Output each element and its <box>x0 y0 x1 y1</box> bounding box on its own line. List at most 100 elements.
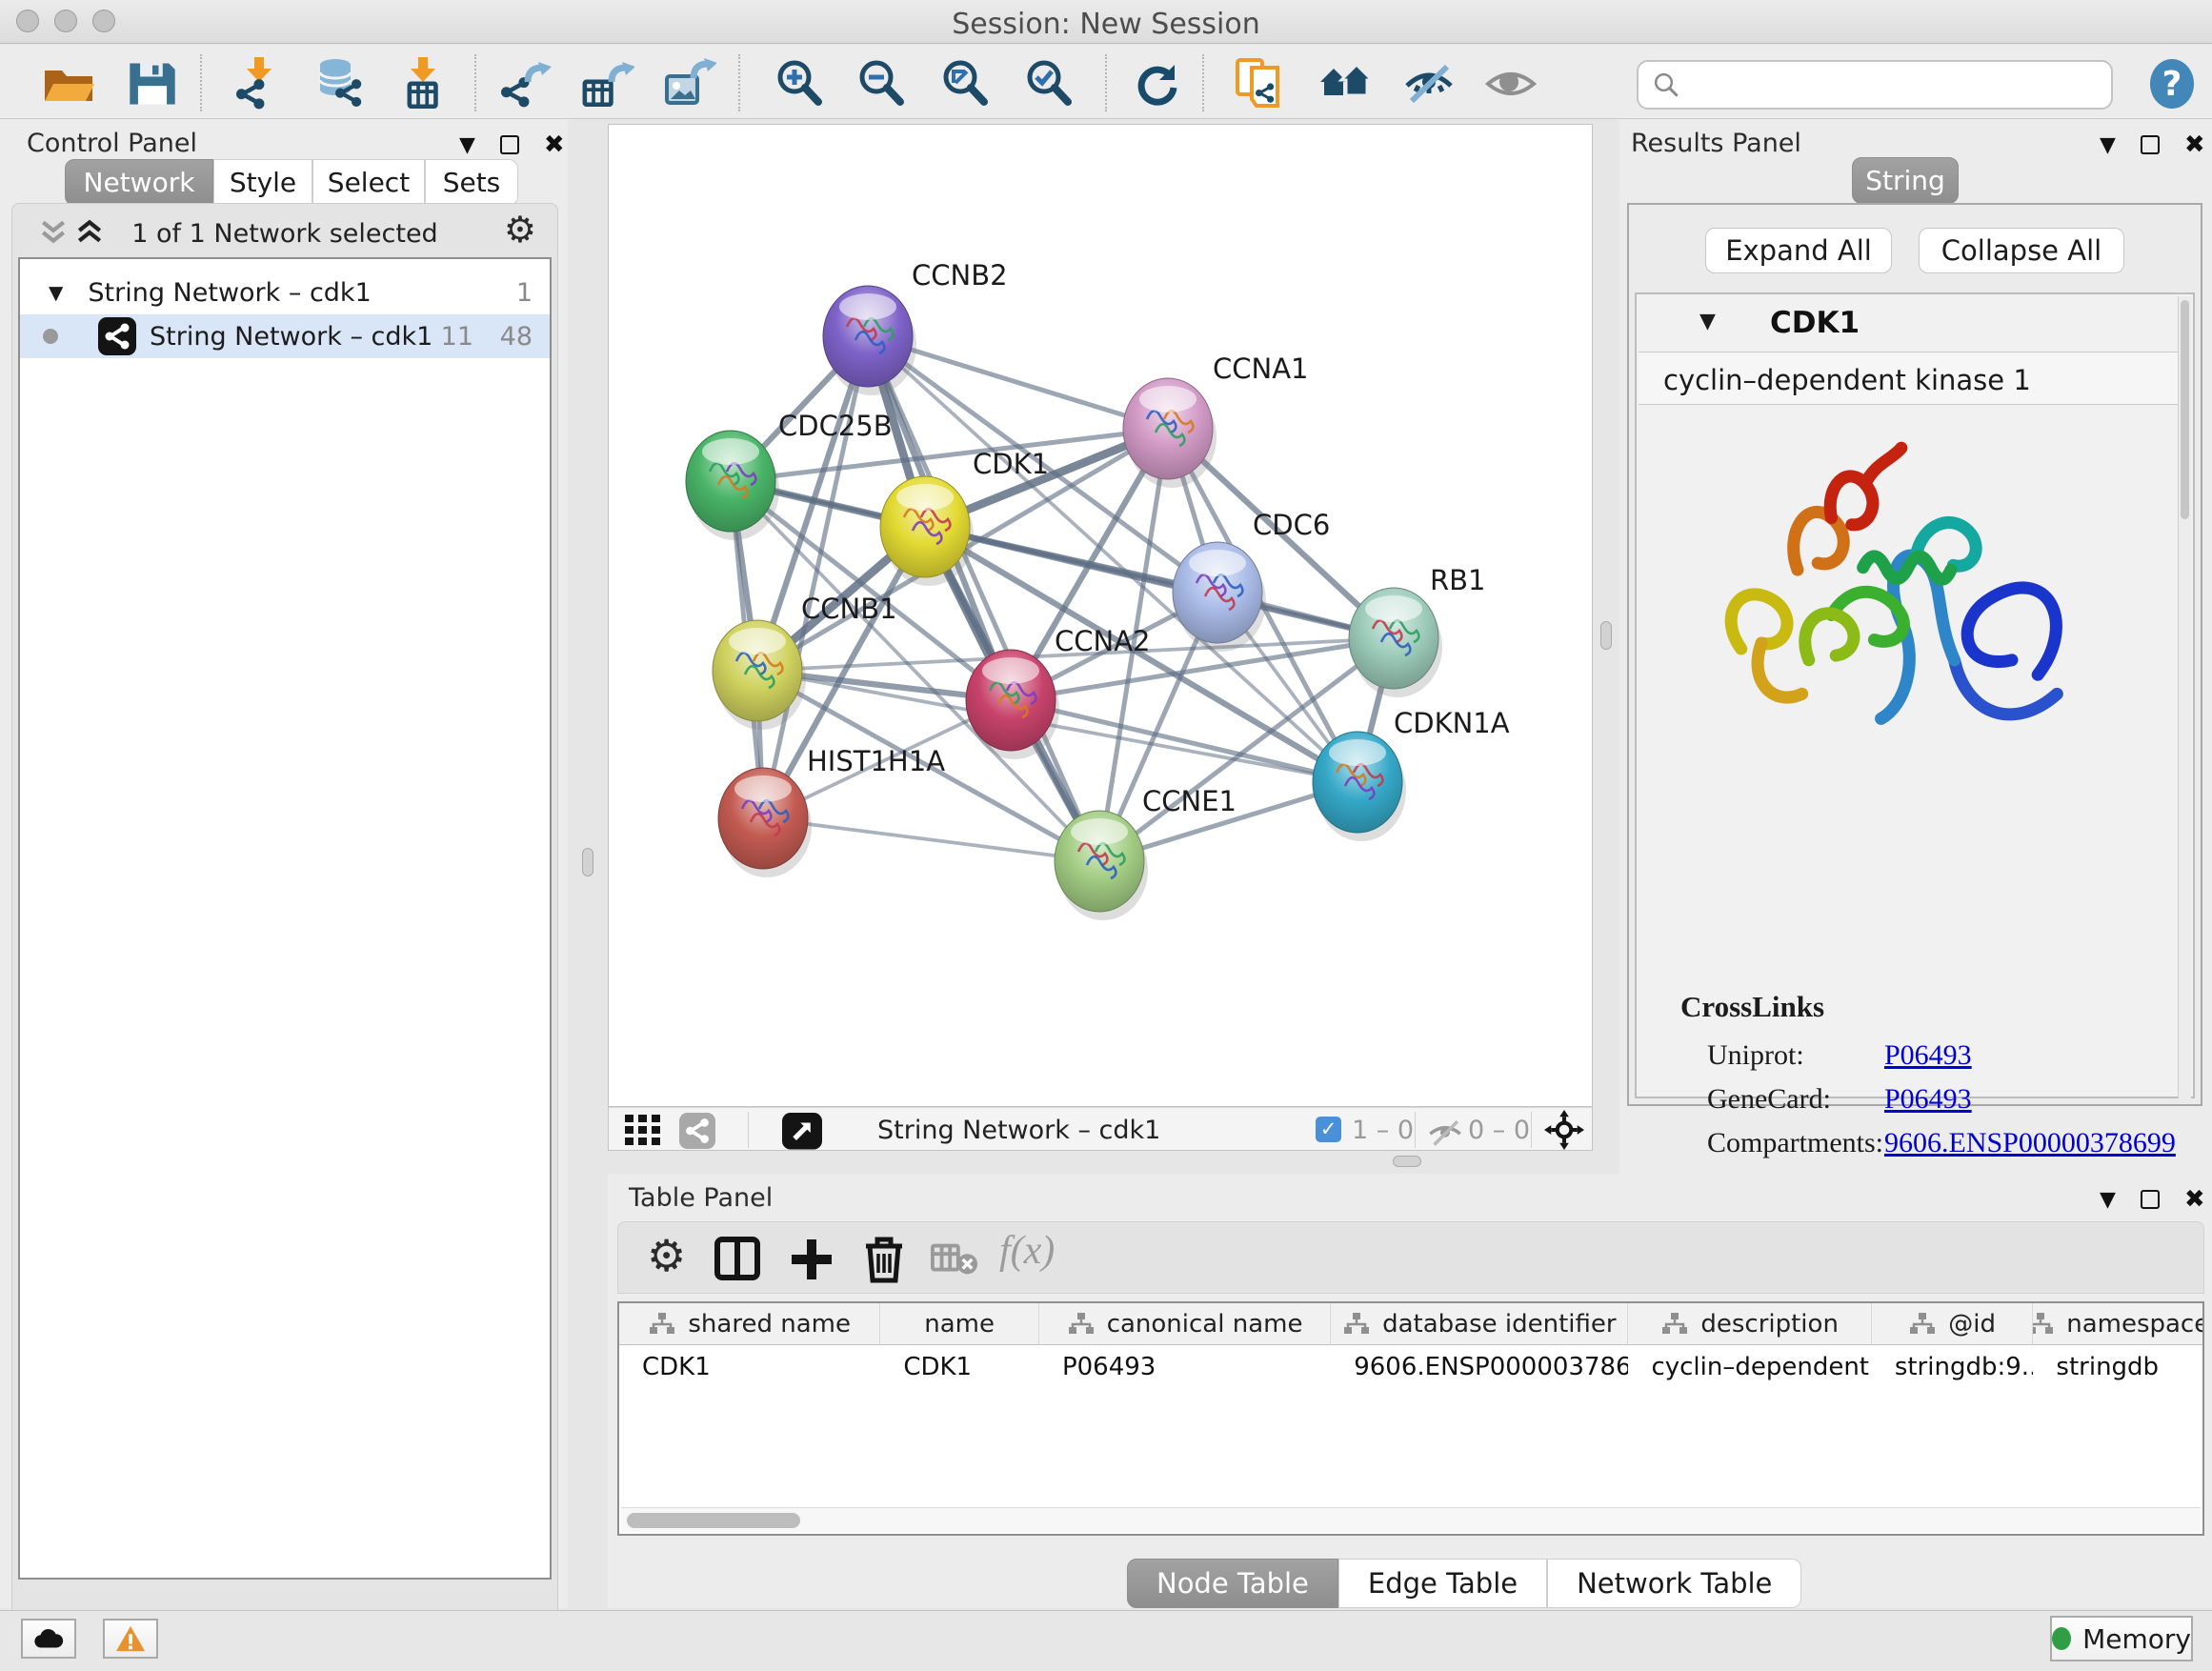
collapse-all-button[interactable]: Collapse All <box>1919 228 2124 273</box>
bottom-splitter-handle[interactable] <box>1393 1156 1421 1167</box>
import-network-icon[interactable] <box>232 57 286 111</box>
search-input[interactable] <box>1690 64 2111 106</box>
tab-sets[interactable]: Sets <box>425 159 518 206</box>
panel-menu-icon[interactable]: ▼ <box>2100 1188 2116 1212</box>
collection-expand-icon[interactable]: ▼ <box>49 281 63 304</box>
compartments-link[interactable]: 9606.ENSP00000378699 <box>1884 1127 2176 1159</box>
section-collapse-icon[interactable]: ▼ <box>1699 310 1716 333</box>
results-scrollbar[interactable] <box>2178 296 2191 1098</box>
show-grid-icon[interactable] <box>624 1113 662 1147</box>
collection-name: String Network – cdk1 <box>88 278 371 308</box>
footer-separator <box>748 1112 749 1148</box>
import-table-icon[interactable] <box>396 57 450 111</box>
memory-button[interactable]: Memory <box>2050 1616 2193 1661</box>
left-splitter-handle[interactable] <box>582 848 593 876</box>
network-row[interactable]: String Network – cdk1 11 48 <box>20 314 550 358</box>
cell-id[interactable]: stringdb:9... <box>1872 1346 2034 1388</box>
selected-checkbox[interactable]: ✓ <box>1316 1117 1341 1142</box>
close-panel-icon[interactable]: ✖ <box>544 131 565 159</box>
show-all-icon[interactable] <box>1484 57 1538 111</box>
panel-menu-icon[interactable]: ▼ <box>459 133 475 157</box>
tab-string[interactable]: String <box>1852 157 1959 204</box>
fit-selected-crosshair-icon[interactable] <box>1544 1110 1584 1150</box>
cell-shared-name[interactable]: CDK1 <box>619 1346 880 1388</box>
node-CCNA1[interactable] <box>1123 378 1217 488</box>
float-panel-icon[interactable] <box>500 135 519 154</box>
hide-selected-icon[interactable] <box>1402 57 1456 111</box>
export-image-icon[interactable] <box>663 57 716 111</box>
tab-edge-table[interactable]: Edge Table <box>1338 1559 1547 1608</box>
cloud-button[interactable] <box>21 1619 76 1659</box>
tab-style[interactable]: Style <box>213 159 312 206</box>
zoom-fit-icon[interactable] <box>939 57 993 111</box>
refresh-icon[interactable] <box>1130 57 1183 111</box>
genecard-link[interactable]: P06493 <box>1884 1083 1972 1116</box>
uniprot-link[interactable]: P06493 <box>1884 1039 1972 1072</box>
hidden-eye-icon[interactable] <box>1426 1117 1464 1146</box>
node-CCNB2[interactable] <box>823 286 916 395</box>
network-options-gear-icon[interactable]: ⚙ <box>504 211 536 248</box>
column-header-namespace[interactable]: namespace <box>2033 1303 2202 1345</box>
delete-column-icon[interactable] <box>860 1234 908 1283</box>
show-columns-icon[interactable] <box>714 1234 761 1283</box>
save-session-icon[interactable] <box>126 57 179 111</box>
node-HIST1H1A[interactable] <box>718 768 812 877</box>
cell-canonical-name[interactable]: P06493 <box>1039 1346 1331 1388</box>
help-icon[interactable]: ? <box>2145 57 2199 111</box>
export-network-icon[interactable] <box>499 57 553 111</box>
cell-namespace[interactable]: stringdb <box>2033 1346 2202 1388</box>
close-panel-icon[interactable]: ✖ <box>2184 131 2205 159</box>
column-header-shared-name[interactable]: shared name <box>619 1303 880 1345</box>
import-network-from-database-icon[interactable] <box>312 57 366 111</box>
panel-menu-icon[interactable]: ▼ <box>2100 133 2116 157</box>
right-splitter-handle[interactable] <box>1600 621 1612 650</box>
column-header-name[interactable]: name <box>880 1303 1039 1345</box>
node-CDK1[interactable] <box>880 476 974 586</box>
tab-network[interactable]: Network <box>65 159 213 206</box>
first-neighbors-icon[interactable] <box>1318 57 1372 111</box>
cell-description[interactable]: cyclin–dependent ... <box>1628 1346 1871 1388</box>
add-column-icon[interactable] <box>788 1234 835 1283</box>
column-header-id[interactable]: @id <box>1872 1303 2034 1345</box>
node-CDKN1A[interactable] <box>1313 732 1406 841</box>
open-session-icon[interactable] <box>42 57 95 111</box>
node-RB1[interactable] <box>1349 588 1442 697</box>
zoom-out-icon[interactable] <box>855 57 909 111</box>
cell-name[interactable]: CDK1 <box>880 1346 1039 1388</box>
zoom-selected-icon[interactable] <box>1023 57 1076 111</box>
tab-node-table[interactable]: Node Table <box>1127 1559 1338 1608</box>
expand-all-button[interactable]: Expand All <box>1705 228 1892 273</box>
float-panel-icon[interactable] <box>2141 1190 2160 1209</box>
edge-CCNB2-CCNE1[interactable] <box>868 336 1099 861</box>
column-header-description[interactable]: description <box>1628 1303 1871 1345</box>
edge-HIST1H1A-CCNE1[interactable] <box>763 818 1099 861</box>
search-icon <box>1652 70 1680 99</box>
zoom-in-icon[interactable] <box>774 57 827 111</box>
string-network-icon <box>98 317 136 355</box>
node-CCNA2[interactable] <box>966 650 1059 759</box>
table-horizontal-scrollbar[interactable] <box>621 1507 2201 1532</box>
float-panel-icon[interactable] <box>2141 135 2160 154</box>
birdseye-toggle-icon[interactable] <box>782 1113 822 1149</box>
table-toolbar: ⚙ f(x) <box>617 1221 2204 1294</box>
tab-select[interactable]: Select <box>312 159 425 206</box>
network-share-icon[interactable] <box>679 1113 715 1149</box>
column-header-canonical-name[interactable]: canonical name <box>1039 1303 1331 1345</box>
network-collection-row[interactable]: ▼ String Network – cdk1 1 <box>20 271 550 314</box>
scrollbar-thumb[interactable] <box>627 1513 800 1528</box>
cell-database-identifier[interactable]: 9606.ENSP00000378699 <box>1331 1346 1628 1388</box>
network-edge-count: 48 <box>500 322 533 352</box>
node-CDC6[interactable] <box>1173 542 1266 652</box>
clone-network-icon[interactable] <box>1233 57 1286 111</box>
network-canvas[interactable]: CCNB2CCNA1CDC25BCDK1CDC6RB1CCNB1CCNA2CDK… <box>609 125 1592 1106</box>
tab-network-table[interactable]: Network Table <box>1547 1559 1801 1608</box>
close-panel-icon[interactable]: ✖ <box>2184 1185 2205 1214</box>
warnings-button[interactable] <box>103 1619 158 1659</box>
network-view[interactable]: CCNB2CCNA1CDC25BCDK1CDC6RB1CCNB1CCNA2CDK… <box>608 124 1593 1107</box>
table-options-gear-icon[interactable]: ⚙ <box>647 1234 686 1278</box>
table-row[interactable]: CDK1 CDK1 P06493 9606.ENSP00000378699 cy… <box>619 1346 2202 1388</box>
window-title: Session: New Session <box>0 8 2212 41</box>
node-CCNE1[interactable] <box>1055 811 1148 920</box>
export-table-icon[interactable] <box>581 57 634 111</box>
column-header-database-identifier[interactable]: database identifier <box>1331 1303 1628 1345</box>
